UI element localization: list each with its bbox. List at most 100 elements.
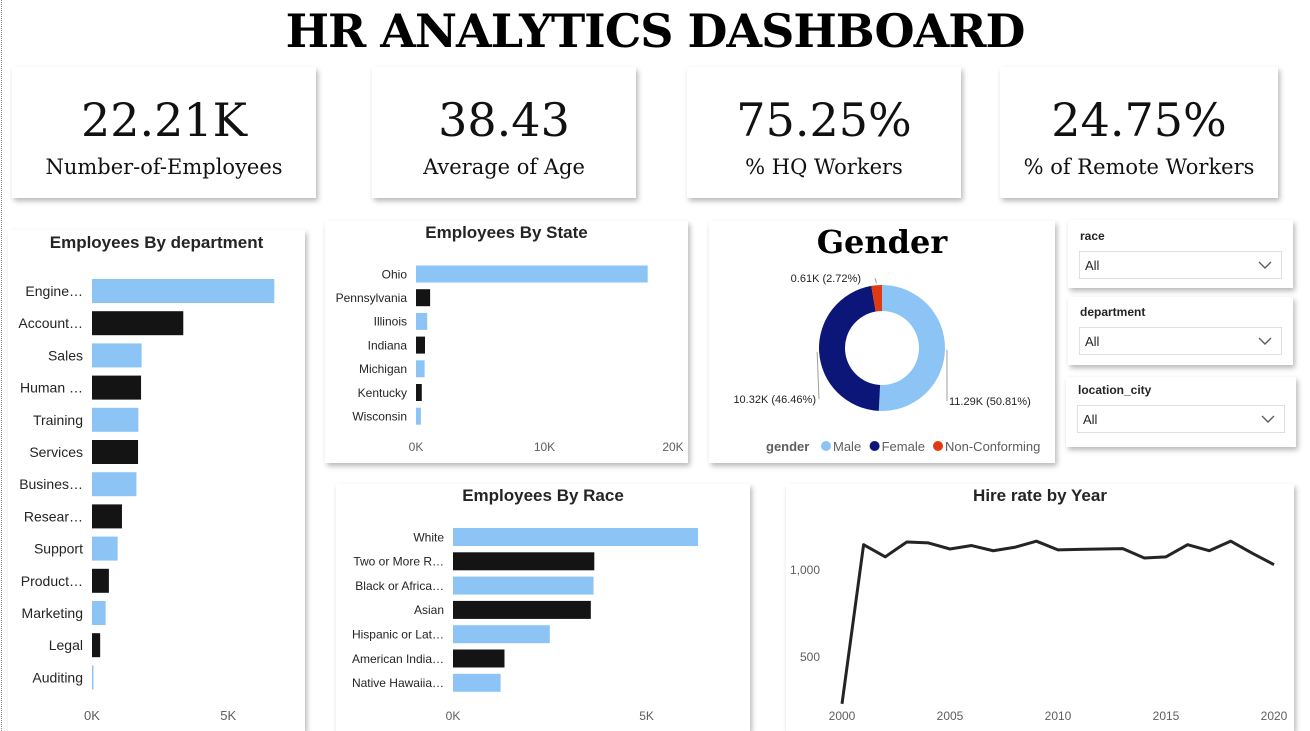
hire-rate-chart-visual[interactable]: Hire rate by Year 1,000 500 2000 2005 2010 20… xyxy=(786,484,1294,731)
legend-marker xyxy=(821,441,831,451)
x-tick-label: 2005 xyxy=(937,709,964,723)
department-slicer-label: department xyxy=(1080,305,1146,319)
bar xyxy=(416,407,421,425)
category-label: Black or Africa… xyxy=(355,579,444,593)
department-chart-visual[interactable]: Employees By department Engine… Account… S… xyxy=(8,230,305,731)
hire-rate-line xyxy=(840,539,1275,704)
x-tick-label: 0K xyxy=(446,709,461,723)
donut-slice xyxy=(878,285,945,411)
category-label: Michigan xyxy=(359,362,407,376)
x-tick-label: 0K xyxy=(409,440,424,454)
x-tick-label: 2000 xyxy=(829,709,856,723)
category-label: Training xyxy=(33,412,83,428)
slice-data-label: 10.32K (46.46%) xyxy=(733,394,816,406)
category-label: Account… xyxy=(18,315,83,331)
leader-line xyxy=(816,351,820,400)
category-label: Product… xyxy=(21,573,83,589)
category-label: Asian xyxy=(414,603,444,617)
category-label: Marketing xyxy=(22,605,83,621)
category-label: White xyxy=(413,530,444,544)
legend-label: Male xyxy=(833,439,861,454)
slice-data-label: 0.61K (2.72%) xyxy=(791,273,861,285)
canvas-left-border xyxy=(1,0,2,731)
race-bar-chart: White Two or More R… Black or Africa… Asian… xyxy=(352,528,699,723)
bar xyxy=(453,552,595,571)
leader-line xyxy=(874,277,877,284)
bar xyxy=(453,625,550,644)
category-label: Engine… xyxy=(25,283,83,299)
kpi-label: Number-of-Employees xyxy=(45,155,283,179)
kpi-value: 22.21K xyxy=(80,93,248,147)
state-chart-visual[interactable]: Employees By State Ohio Pennsylvania Illin… xyxy=(325,221,688,463)
x-tick-label: 2015 xyxy=(1153,709,1180,723)
legend-marker xyxy=(933,441,943,451)
hire-rate-chart-title: Hire rate by Year xyxy=(973,486,1107,505)
bar xyxy=(416,384,422,401)
category-label: Support xyxy=(34,541,83,557)
race-chart-visual[interactable]: Employees By Race White Two or More R… Bla… xyxy=(336,484,750,731)
location-city-slicer: location_city All xyxy=(1066,377,1296,447)
kpi-label: % of Remote Workers xyxy=(1023,155,1255,179)
category-label: Two or More R… xyxy=(353,555,444,569)
bar xyxy=(92,279,275,303)
race-dropdown[interactable]: All xyxy=(1079,251,1282,279)
y-tick-label: 500 xyxy=(800,650,820,664)
bar xyxy=(92,375,142,400)
race-chart-title: Employees By Race xyxy=(462,486,624,505)
slice-data-label: 11.29K (50.81%) xyxy=(949,396,1031,408)
category-label: Resear… xyxy=(24,508,83,524)
bar xyxy=(453,576,594,595)
category-label: Sales xyxy=(48,347,83,363)
bar xyxy=(92,504,122,529)
legend-title: gender xyxy=(766,439,809,454)
gender-donut-chart: Gender 11.29K (50.81%) 10.32K (46.46%) 0.61… xyxy=(733,223,1040,454)
bar xyxy=(416,265,648,283)
bar xyxy=(453,528,699,546)
gender-chart-visual[interactable]: Gender 11.29K (50.81%) 10.32K (46.46%) 0.61… xyxy=(709,221,1055,463)
kpi-card-employees: 22.21K Number-of-Employees xyxy=(12,67,316,198)
bar xyxy=(92,472,137,497)
legend-label: Non-Conforming xyxy=(945,439,1040,454)
legend-marker xyxy=(869,441,880,451)
location-city-slicer-label: location_city xyxy=(1078,383,1152,397)
category-label: Busines… xyxy=(19,476,83,492)
category-label: Ohio xyxy=(382,267,408,281)
bar xyxy=(416,336,425,354)
x-tick-label: 0K xyxy=(84,708,100,723)
state-chart-title: Employees By State xyxy=(425,223,588,242)
kpi-card-hq-workers: 75.25% % HQ Workers xyxy=(687,67,961,198)
state-bar-chart: Ohio Pennsylvania Illinois Indiana Michigan K… xyxy=(336,265,684,454)
category-label: Auditing xyxy=(32,669,83,685)
category-label: Services xyxy=(29,444,83,460)
location-city-dropdown[interactable]: All xyxy=(1077,405,1285,433)
kpi-value: 24.75% xyxy=(1051,93,1227,147)
department-dropdown[interactable]: All xyxy=(1079,327,1282,355)
category-label: Wisconsin xyxy=(352,410,407,424)
x-tick-label: 2020 xyxy=(1261,709,1288,723)
bar xyxy=(92,536,118,561)
kpi-card-age: 38.43 Average of Age xyxy=(372,67,636,198)
gender-chart-title: Gender xyxy=(817,223,949,261)
bar xyxy=(92,311,184,336)
category-label: Indiana xyxy=(368,338,408,352)
bar xyxy=(92,665,94,690)
race-slicer: race All xyxy=(1068,220,1293,288)
y-tick-label: 1,000 xyxy=(790,563,820,577)
chevron-down-icon xyxy=(1258,261,1272,269)
kpi-value: 75.25% xyxy=(736,93,912,147)
x-tick-label: 5K xyxy=(220,708,236,723)
bar xyxy=(416,360,425,378)
kpi-label: % HQ Workers xyxy=(745,155,903,179)
department-bar-chart: Engine… Account… Sales Human … Training Servi… xyxy=(18,279,275,723)
category-label: Legal xyxy=(49,637,83,653)
bar xyxy=(92,568,109,593)
department-chart-title: Employees By department xyxy=(49,233,264,252)
bar xyxy=(92,440,139,464)
category-label: Hispanic or Lat… xyxy=(352,628,444,642)
x-tick-label: 20K xyxy=(662,440,683,454)
department-slicer: department All xyxy=(1068,297,1293,365)
category-label: Native Hawaiia… xyxy=(352,676,444,690)
donut-slice xyxy=(819,285,881,411)
category-label: Human … xyxy=(20,380,83,396)
x-tick-label: 5K xyxy=(639,709,654,723)
